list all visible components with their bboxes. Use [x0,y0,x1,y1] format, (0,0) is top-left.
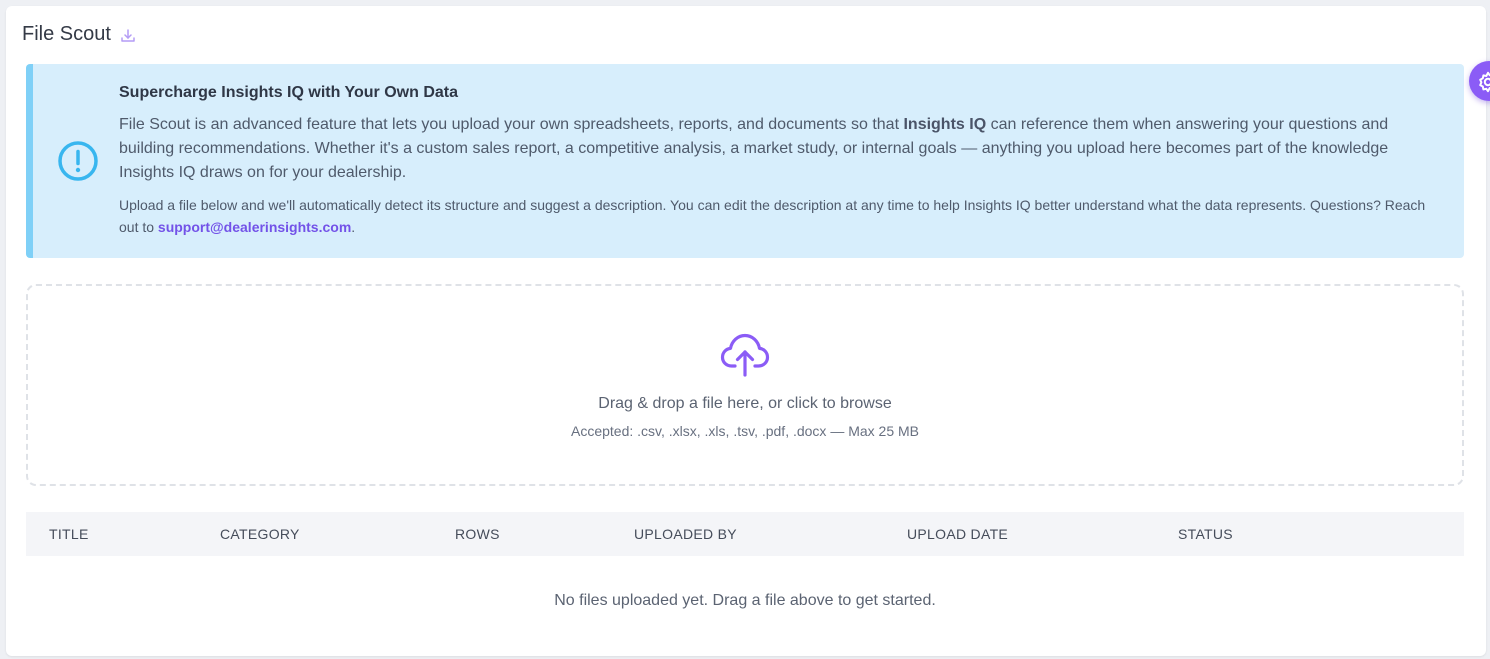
dropzone-accepted-types: Accepted: .csv, .xlsx, .xls, .tsv, .pdf,… [570,423,920,439]
file-scout-card: File Scout Supercharge Insights IQ with … [6,6,1486,656]
column-header-rows[interactable]: ROWS [455,526,500,542]
banner-instructions: Upload a file below and we'll automatica… [119,194,1439,238]
banner-content: Supercharge Insights IQ with Your Own Da… [119,84,1439,238]
dropzone-instruction: Drag & drop a file here, or click to bro… [598,395,892,412]
page-header: File Scout [22,23,137,46]
column-header-title[interactable]: TITLE [49,526,89,542]
support-email-link[interactable]: support@dealerinsights.com [158,219,351,235]
banner-title: Supercharge Insights IQ with Your Own Da… [119,84,459,101]
column-header-uploaded-by[interactable]: UPLOADED BY [634,526,737,542]
product-name: Insights IQ [903,116,987,133]
gear-icon [1479,71,1490,93]
download-icon[interactable] [119,27,137,45]
column-header-upload-date[interactable]: UPLOAD DATE [907,526,1008,542]
info-banner: Supercharge Insights IQ with Your Own Da… [26,64,1464,258]
cloud-upload-icon [720,332,770,378]
banner-instructions-end: . [351,219,356,235]
banner-body-text: File Scout is an advanced feature that l… [119,116,904,133]
table-header: TITLE CATEGORY ROWS UPLOADED BY UPLOAD D… [26,512,1464,556]
column-header-status[interactable]: STATUS [1178,526,1233,542]
exclamation-circle-icon [57,140,99,182]
page-title: File Scout [22,23,111,45]
file-dropzone[interactable]: Drag & drop a file here, or click to bro… [26,284,1464,486]
column-header-category[interactable]: CATEGORY [220,526,300,542]
files-table: TITLE CATEGORY ROWS UPLOADED BY UPLOAD D… [26,512,1464,609]
empty-state-message: No files uploaded yet. Drag a file above… [554,592,936,609]
banner-description: File Scout is an advanced feature that l… [119,113,1439,185]
